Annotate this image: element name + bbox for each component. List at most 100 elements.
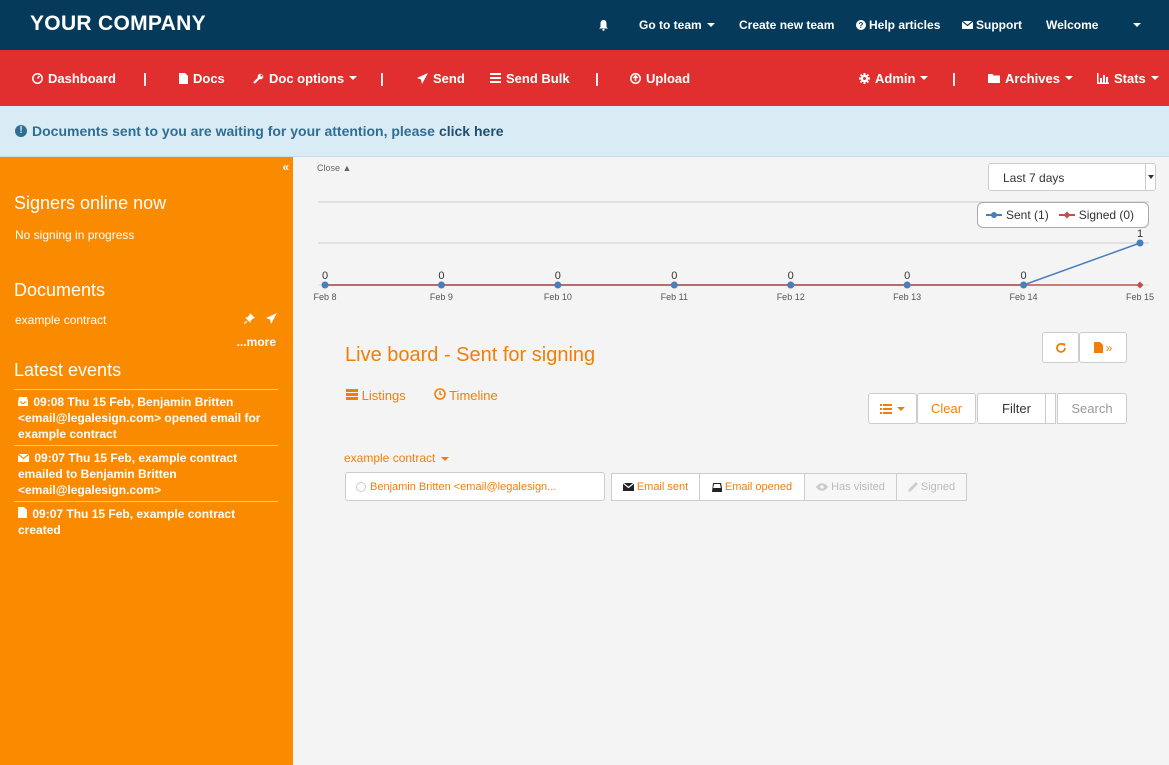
nav-archives[interactable]: Archives — [988, 50, 1073, 106]
chevron-down-icon — [706, 23, 715, 27]
step-signed[interactable]: Signed — [896, 473, 967, 501]
listings-label: Listings — [361, 388, 406, 403]
x-tick-label: Feb 14 — [1010, 292, 1038, 302]
signer-label: Benjamin Britten <email@legalesign... — [370, 480, 557, 493]
signer-cell[interactable]: Benjamin Britten <email@legalesign... — [345, 472, 605, 501]
nav-docs-label: Docs — [193, 70, 225, 86]
data-label: 0 — [671, 270, 677, 282]
user-menu-toggle[interactable] — [1128, 0, 1141, 50]
chevron-down-icon — [1150, 76, 1159, 80]
timeline-label: Timeline — [449, 388, 498, 403]
attention-alert: ! Documents sent to you are waiting for … — [0, 106, 1169, 157]
main-nav: Dashboard | Docs Doc options | Send Send… — [0, 50, 1169, 106]
nav-dashboard[interactable]: Dashboard — [32, 50, 116, 106]
clear-button[interactable]: Clear — [917, 393, 976, 424]
x-tick-label: Feb 15 — [1126, 292, 1154, 302]
send-icon[interactable] — [266, 313, 277, 324]
welcome-label: Welcome — [1046, 18, 1099, 32]
nav-separator: | — [595, 70, 599, 86]
inbox-icon — [18, 397, 28, 406]
data-label: 0 — [788, 270, 794, 282]
brand-logo[interactable]: YOUR COMPANY — [30, 12, 206, 36]
signers-online-heading: Signers online now — [14, 193, 167, 213]
nav-separator: | — [143, 70, 147, 86]
legend-sent-marker — [986, 212, 1002, 218]
nav-docs[interactable]: Docs — [179, 50, 225, 106]
live-board-title: Live board - Sent for signing — [345, 344, 596, 366]
support-link[interactable]: Support — [962, 0, 1022, 50]
nav-send[interactable]: Send — [417, 50, 465, 106]
chevron-down-icon — [1045, 394, 1055, 423]
more-documents-link[interactable]: ...more — [237, 335, 276, 349]
signers-status: No signing in progress — [15, 228, 135, 242]
nav-stats[interactable]: Stats — [1097, 50, 1159, 106]
legend-signed[interactable]: Signed (0) — [1058, 208, 1135, 222]
help-label: Help articles — [869, 18, 941, 32]
envelope-icon — [622, 483, 634, 491]
legend-signed-marker — [1058, 211, 1075, 219]
notifications-bell[interactable] — [598, 0, 609, 50]
go-to-team-dropdown[interactable]: Go to team — [639, 0, 715, 50]
document-actions — [243, 313, 277, 327]
chevron-down-icon — [897, 406, 905, 411]
chevron-down-icon — [441, 456, 450, 461]
chart-legend: Sent (1) Signed (0) — [977, 202, 1149, 228]
export-button[interactable]: » — [1079, 332, 1127, 363]
listings-tab[interactable]: Listings — [346, 388, 420, 403]
refresh-button[interactable] — [1042, 332, 1079, 363]
view-options-dropdown[interactable] — [868, 393, 917, 424]
sent-point — [1136, 239, 1144, 247]
bell-icon — [599, 20, 608, 31]
alert-click-here-link[interactable]: click here — [439, 123, 504, 139]
legend-signed-label: Signed (0) — [1078, 208, 1135, 222]
data-label: 0 — [904, 270, 910, 282]
pin-icon[interactable] — [243, 313, 255, 325]
envelope-icon — [962, 21, 973, 29]
nav-doc-options-label: Doc options — [269, 70, 345, 86]
nav-doc-options[interactable]: Doc options — [253, 50, 358, 106]
double-chevron-right-icon: » — [1105, 340, 1113, 355]
eye-icon — [816, 483, 829, 491]
sent-point — [1020, 281, 1028, 289]
events-list: 09:08 Thu 15 Feb, Benjamin Britten <emai… — [14, 389, 278, 541]
create-team-label: Create new team — [739, 18, 835, 32]
help-articles-link[interactable]: ? Help articles — [856, 0, 940, 50]
event-item: 09:08 Thu 15 Feb, Benjamin Britten <emai… — [14, 389, 278, 445]
filter-select[interactable]: Filter — [977, 393, 1056, 424]
create-team-link[interactable]: Create new team — [739, 0, 834, 50]
step-email-sent[interactable]: Email sent — [611, 473, 700, 501]
x-tick-label: Feb 11 — [661, 292, 688, 302]
sent-point — [554, 281, 562, 289]
nav-admin[interactable]: Admin — [859, 50, 929, 106]
nav-admin-label: Admin — [875, 70, 916, 86]
signed-point — [1136, 281, 1144, 289]
step-email-opened[interactable]: Email opened — [699, 473, 805, 501]
sidebar-document-link[interactable]: example contract — [15, 313, 106, 327]
document-title-dropdown[interactable]: example contract — [344, 451, 450, 465]
nav-upload[interactable]: Upload — [630, 50, 690, 106]
close-chart-link[interactable]: Close ▲ — [317, 163, 351, 173]
support-label: Support — [976, 18, 1022, 32]
file-icon — [18, 507, 27, 518]
inbox-icon — [711, 483, 722, 492]
search-input[interactable]: Search — [1057, 393, 1127, 424]
legend-sent[interactable]: Sent (1) — [986, 208, 1049, 222]
close-label: Close — [317, 163, 341, 173]
data-label: 0 — [1021, 270, 1027, 282]
alert-message: Documents sent to you are waiting for yo… — [32, 123, 435, 139]
filter-label: Filter — [1002, 401, 1031, 416]
nav-send-label: Send — [433, 70, 465, 86]
chevron-down-icon — [1064, 76, 1073, 80]
timeline-tab[interactable]: Timeline — [433, 388, 512, 403]
user-icon — [356, 481, 366, 492]
step-has-visited[interactable]: Has visited — [804, 473, 897, 501]
nav-send-bulk[interactable]: Send Bulk — [490, 50, 570, 106]
sent-point — [437, 281, 445, 289]
event-text: 09:08 Thu 15 Feb, Benjamin Britten <emai… — [18, 395, 261, 441]
question-icon: ? — [856, 20, 866, 30]
legend-sent-label: Sent (1) — [1006, 208, 1049, 222]
collapse-sidebar-icon[interactable]: « — [282, 160, 289, 174]
welcome-menu[interactable]: Welcome — [1046, 0, 1098, 50]
wrench-icon — [253, 73, 264, 84]
step-label: Signed — [920, 481, 956, 493]
